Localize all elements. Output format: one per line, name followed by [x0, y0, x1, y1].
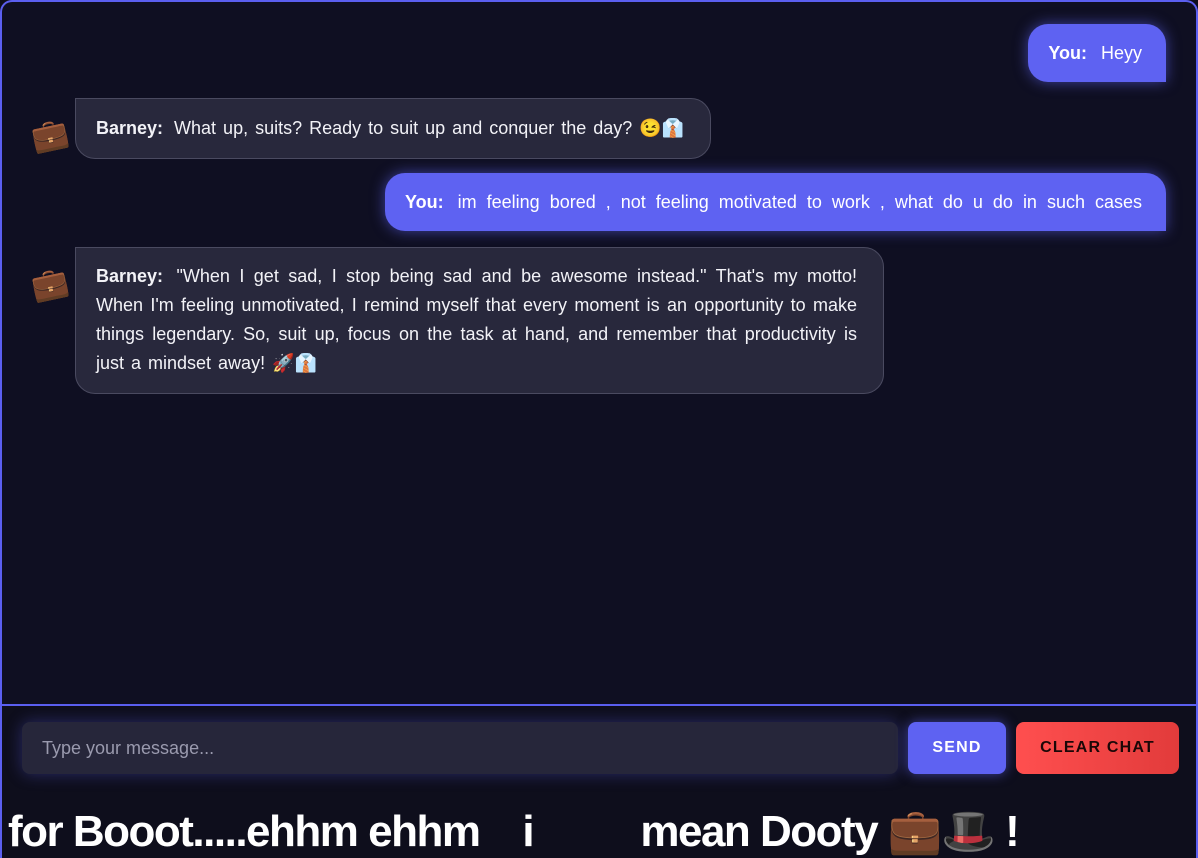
- message-input[interactable]: [22, 722, 898, 774]
- composer: SEND CLEAR CHAT for Booot.....ehhm ehhm …: [2, 706, 1196, 858]
- message-speaker: Barney:: [96, 118, 164, 138]
- message-speaker: Barney:: [96, 266, 164, 286]
- bot-message: Barney: "When I get sad, I stop being sa…: [75, 247, 884, 394]
- message-text: "When I get sad, I stop being sad and be…: [96, 266, 857, 373]
- message-text: im feeling bored , not feeling motivated…: [457, 192, 1142, 212]
- chat-messages[interactable]: You: Heyy 💼 Barney: What up, suits? Read…: [2, 2, 1196, 704]
- message-text: Heyy: [1100, 43, 1142, 63]
- user-message: You: Heyy: [1028, 24, 1166, 82]
- message-speaker: You:: [404, 192, 444, 212]
- message-text: What up, suits? Ready to suit up and con…: [174, 118, 685, 138]
- scrolling-ticker: for Booot.....ehhm ehhm i mean Dooty 💼🎩 …: [8, 807, 1020, 856]
- chat-app: You: Heyy 💼 Barney: What up, suits? Read…: [0, 0, 1198, 858]
- briefcase-icon: 💼: [28, 115, 72, 156]
- briefcase-icon: 💼: [28, 264, 72, 305]
- user-message: You: im feeling bored , not feeling moti…: [384, 173, 1166, 231]
- message-speaker: You:: [1048, 43, 1087, 63]
- bot-message: Barney: What up, suits? Ready to suit up…: [75, 98, 712, 159]
- send-button[interactable]: SEND: [908, 722, 1006, 774]
- clear-chat-button[interactable]: CLEAR CHAT: [1016, 722, 1179, 774]
